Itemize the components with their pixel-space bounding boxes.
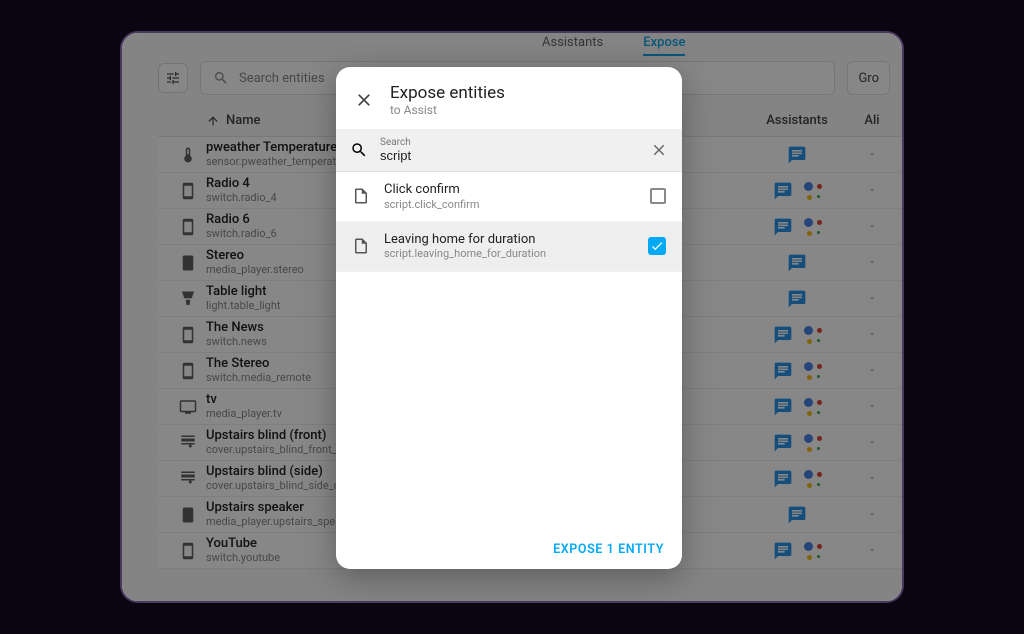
- search-label: Search: [380, 137, 638, 148]
- entity-option[interactable]: Click confirmscript.click_confirm: [336, 172, 682, 222]
- close-button[interactable]: [354, 90, 374, 110]
- search-icon: [350, 141, 368, 159]
- close-icon: [354, 90, 374, 110]
- expose-action-button[interactable]: EXPOSE 1 ENTITY: [553, 542, 664, 557]
- checkbox-empty[interactable]: [650, 188, 666, 204]
- option-name: Leaving home for duration: [384, 232, 634, 248]
- option-id: script.leaving_home_for_duration: [384, 247, 634, 260]
- checkbox-checked[interactable]: [648, 237, 666, 255]
- dialog-subtitle: to Assist: [390, 103, 505, 117]
- entity-option[interactable]: Leaving home for durationscript.leaving_…: [336, 222, 682, 272]
- option-id: script.click_confirm: [384, 198, 636, 211]
- option-name: Click confirm: [384, 182, 636, 198]
- dialog-search-input[interactable]: [380, 148, 638, 163]
- script-icon: [352, 237, 370, 255]
- close-icon: [650, 141, 668, 159]
- expose-entities-dialog: Expose entities to Assist Search Click c…: [336, 67, 682, 569]
- check-icon: [650, 239, 664, 253]
- dialog-title: Expose entities: [390, 83, 505, 103]
- script-icon: [352, 187, 370, 205]
- clear-search-button[interactable]: [650, 141, 668, 159]
